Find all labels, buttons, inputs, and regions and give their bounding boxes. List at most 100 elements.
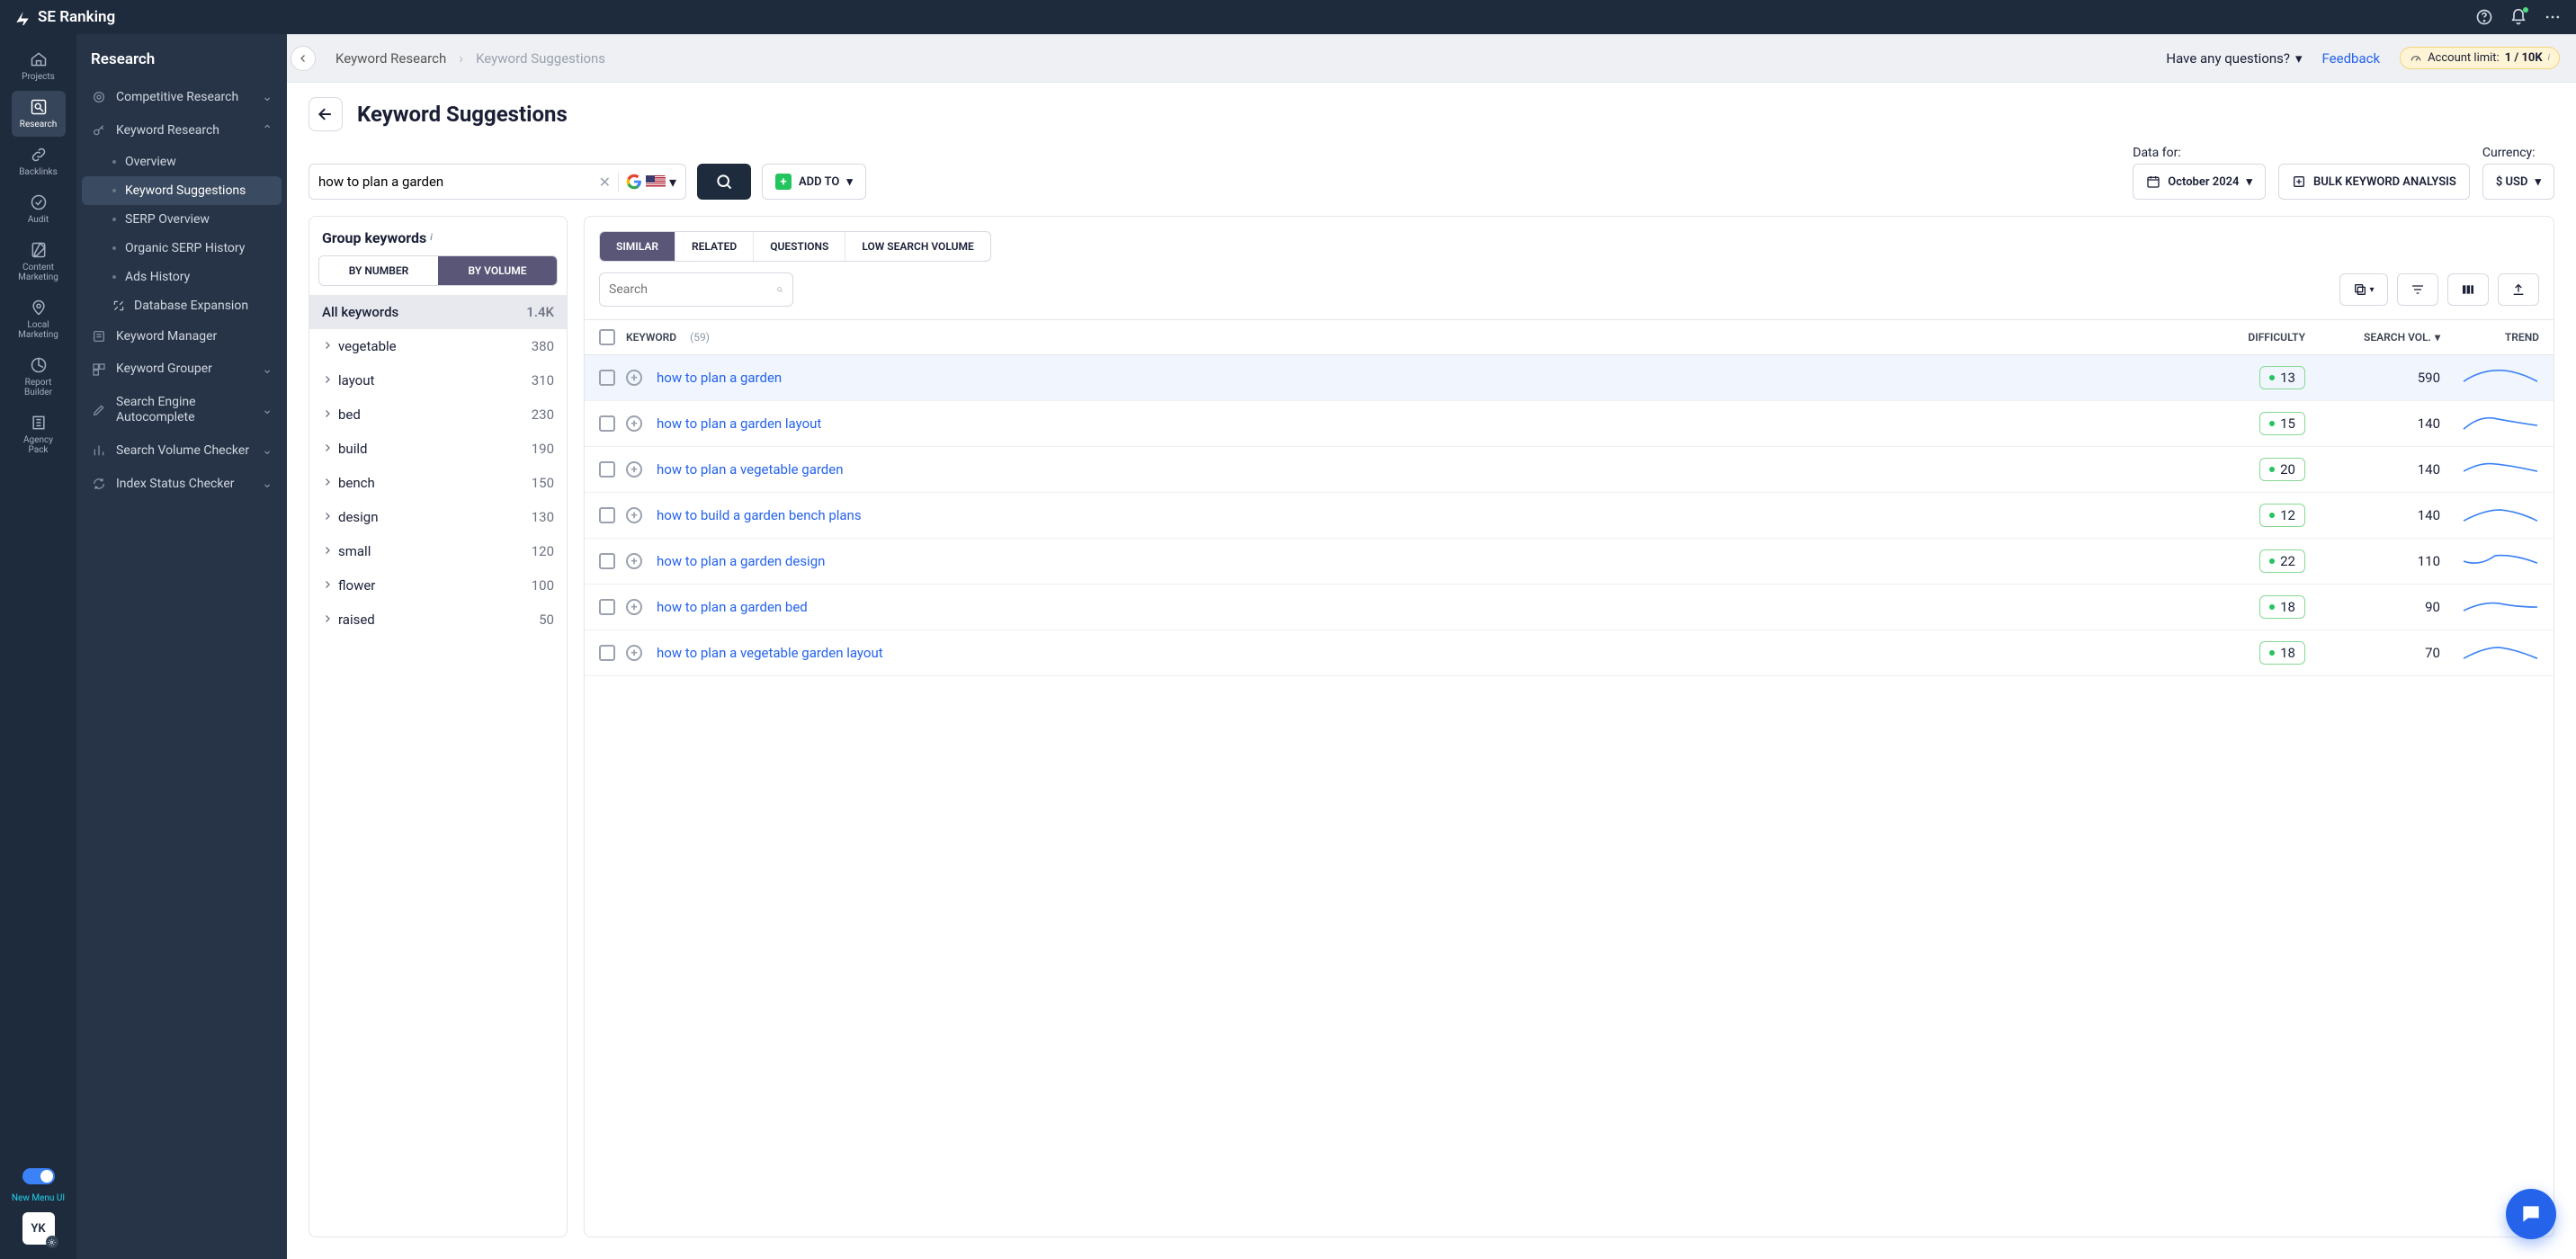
tab-related[interactable]: RELATED xyxy=(675,232,754,261)
sidebar-index-checker[interactable]: Index Status Checker ⌄ xyxy=(76,468,287,501)
table-search-input[interactable] xyxy=(609,282,769,297)
copy-button[interactable]: ▾ xyxy=(2339,273,2388,306)
group-row[interactable]: raised50 xyxy=(309,603,567,637)
feedback-link[interactable]: Feedback xyxy=(2322,50,2381,67)
menu-ui-toggle[interactable] xyxy=(22,1168,55,1184)
questions-dropdown[interactable]: Have any questions?▾ xyxy=(2166,50,2302,67)
search-engine-selector[interactable]: ▾ xyxy=(626,174,676,191)
sidebar-item-overview[interactable]: Overview xyxy=(82,147,282,176)
upload-icon xyxy=(2511,282,2526,297)
rail-backlinks[interactable]: Backlinks xyxy=(12,138,66,184)
seg-by-number[interactable]: BY NUMBER xyxy=(319,256,438,285)
group-row[interactable]: bed230 xyxy=(309,397,567,432)
sidebar-competitive[interactable]: Competitive Research ⌄ xyxy=(76,81,287,114)
more-icon[interactable] xyxy=(2544,8,2562,26)
keyword-link[interactable]: how to plan a garden xyxy=(657,370,782,386)
tab-questions[interactable]: QUESTIONS xyxy=(754,232,845,261)
rail-content[interactable]: Content Marketing xyxy=(12,234,66,290)
keyword-link[interactable]: how to build a garden bench plans xyxy=(657,507,862,523)
add-keyword-button[interactable]: + xyxy=(626,599,642,615)
add-keyword-button[interactable]: + xyxy=(626,553,642,569)
date-selector[interactable]: October 2024▾ xyxy=(2133,164,2266,200)
sidebar-item-db-expansion[interactable]: Database Expansion xyxy=(82,291,282,320)
difficulty-pill: 18 xyxy=(2259,595,2305,619)
google-icon xyxy=(626,174,642,190)
export-button[interactable] xyxy=(2498,273,2539,306)
currency-selector[interactable]: $ USD▾ xyxy=(2482,164,2554,200)
difficulty-pill: 22 xyxy=(2259,549,2305,573)
chevron-up-icon: ⌃ xyxy=(262,123,273,138)
add-keyword-button[interactable]: + xyxy=(626,415,642,432)
sidebar-keyword-grouper[interactable]: Keyword Grouper ⌄ xyxy=(76,353,287,386)
group-row[interactable]: flower100 xyxy=(309,568,567,603)
rail-local[interactable]: Local Marketing xyxy=(12,291,66,347)
sidebar-item-serp-overview[interactable]: SERP Overview xyxy=(82,205,282,234)
add-keyword-button[interactable]: + xyxy=(626,645,642,661)
avatar[interactable]: YK xyxy=(22,1212,55,1245)
keyword-input[interactable] xyxy=(318,174,592,190)
bulk-analysis-button[interactable]: BULK KEYWORD ANALYSIS xyxy=(2278,164,2470,200)
volume-value: 140 xyxy=(2305,461,2440,478)
row-checkbox[interactable] xyxy=(599,645,615,661)
row-checkbox[interactable] xyxy=(599,415,615,432)
keyword-link[interactable]: how to plan a vegetable garden xyxy=(657,461,844,478)
row-checkbox[interactable] xyxy=(599,461,615,478)
page-back-button[interactable] xyxy=(309,97,343,131)
row-checkbox[interactable] xyxy=(599,507,615,523)
group-row[interactable]: bench150 xyxy=(309,466,567,500)
add-keyword-button[interactable]: + xyxy=(626,370,642,386)
bell-icon[interactable] xyxy=(2509,8,2527,26)
rail-projects[interactable]: Projects xyxy=(12,43,66,89)
search-button[interactable] xyxy=(697,164,751,200)
group-row[interactable]: vegetable380 xyxy=(309,329,567,363)
sidebar-keyword-manager[interactable]: Keyword Manager xyxy=(76,320,287,353)
columns-button[interactable] xyxy=(2447,273,2489,306)
add-list-icon xyxy=(2292,174,2306,189)
rail-report[interactable]: Report Builder xyxy=(12,349,66,405)
group-row[interactable]: design130 xyxy=(309,500,567,534)
keyword-link[interactable]: how to plan a garden design xyxy=(657,553,825,569)
row-checkbox[interactable] xyxy=(599,553,615,569)
sidebar-item-organic-history[interactable]: Organic SERP History xyxy=(82,234,282,263)
chat-fab[interactable] xyxy=(2506,1189,2556,1239)
keyword-link[interactable]: how to plan a garden layout xyxy=(657,415,821,432)
filter-button[interactable] xyxy=(2397,273,2438,306)
th-volume[interactable]: SEARCH VOL.▾ xyxy=(2305,331,2440,344)
chevron-down-icon: ⌄ xyxy=(262,403,273,417)
rail-research[interactable]: Research xyxy=(12,91,66,137)
keyword-link[interactable]: how to plan a garden bed xyxy=(657,599,808,615)
add-keyword-button[interactable]: + xyxy=(626,461,642,478)
rail-audit[interactable]: Audit xyxy=(12,186,66,232)
group-all-keywords[interactable]: All keywords 1.4K xyxy=(309,295,567,329)
keyword-link[interactable]: how to plan a vegetable garden layout xyxy=(657,645,883,661)
sidebar-autocomplete[interactable]: Search Engine Autocomplete ⌄ xyxy=(76,386,287,434)
breadcrumb-back-button[interactable] xyxy=(291,46,316,71)
group-row[interactable]: layout310 xyxy=(309,363,567,397)
sidebar-volume-checker[interactable]: Search Volume Checker ⌄ xyxy=(76,434,287,468)
brand-logo[interactable]: SE Ranking xyxy=(14,8,115,26)
th-keyword[interactable]: KEYWORD xyxy=(626,331,676,344)
sidebar-keyword-research[interactable]: Keyword Research ⌃ xyxy=(76,114,287,147)
breadcrumb-root[interactable]: Keyword Research xyxy=(335,50,446,67)
sidebar-item-ads-history[interactable]: Ads History xyxy=(82,263,282,291)
add-keyword-button[interactable]: + xyxy=(626,507,642,523)
clear-icon[interactable]: ✕ xyxy=(599,174,611,191)
chevron-down-icon: ⌄ xyxy=(262,362,273,377)
sidebar-item-suggestions[interactable]: Keyword Suggestions xyxy=(82,176,282,205)
add-to-button[interactable]: +ADD TO▾ xyxy=(762,164,866,200)
info-icon[interactable]: i xyxy=(430,233,433,243)
row-checkbox[interactable] xyxy=(599,370,615,386)
group-row[interactable]: small120 xyxy=(309,534,567,568)
row-checkbox[interactable] xyxy=(599,599,615,615)
volume-value: 140 xyxy=(2305,415,2440,432)
tab-similar[interactable]: SIMILAR xyxy=(600,232,675,261)
account-limit-pill[interactable]: Account limit: 1 / 10K i xyxy=(2400,47,2560,69)
group-row[interactable]: build190 xyxy=(309,432,567,466)
tab-low-volume[interactable]: LOW SEARCH VOLUME xyxy=(845,232,989,261)
select-all-checkbox[interactable] xyxy=(599,329,615,345)
seg-by-volume[interactable]: BY VOLUME xyxy=(438,256,557,285)
help-icon[interactable] xyxy=(2475,8,2493,26)
th-trend[interactable]: TREND xyxy=(2440,331,2539,344)
rail-agency[interactable]: Agency Pack xyxy=(12,406,66,462)
th-difficulty[interactable]: DIFFICULTY xyxy=(2188,331,2305,344)
